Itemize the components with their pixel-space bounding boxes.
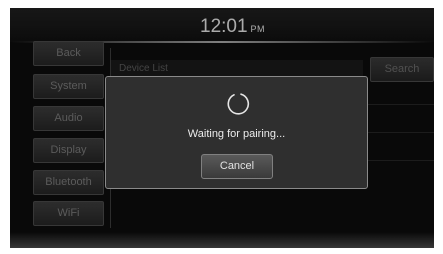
loading-spinner-icon [227,93,250,115]
pairing-dialog: Waiting for pairing... Cancel [105,76,368,189]
pairing-message: Waiting for pairing... [187,128,286,140]
head-unit-screen: 12:01 PM Back System Audio Display Blueto… [10,8,434,248]
cancel-button[interactable]: Cancel [201,154,273,179]
